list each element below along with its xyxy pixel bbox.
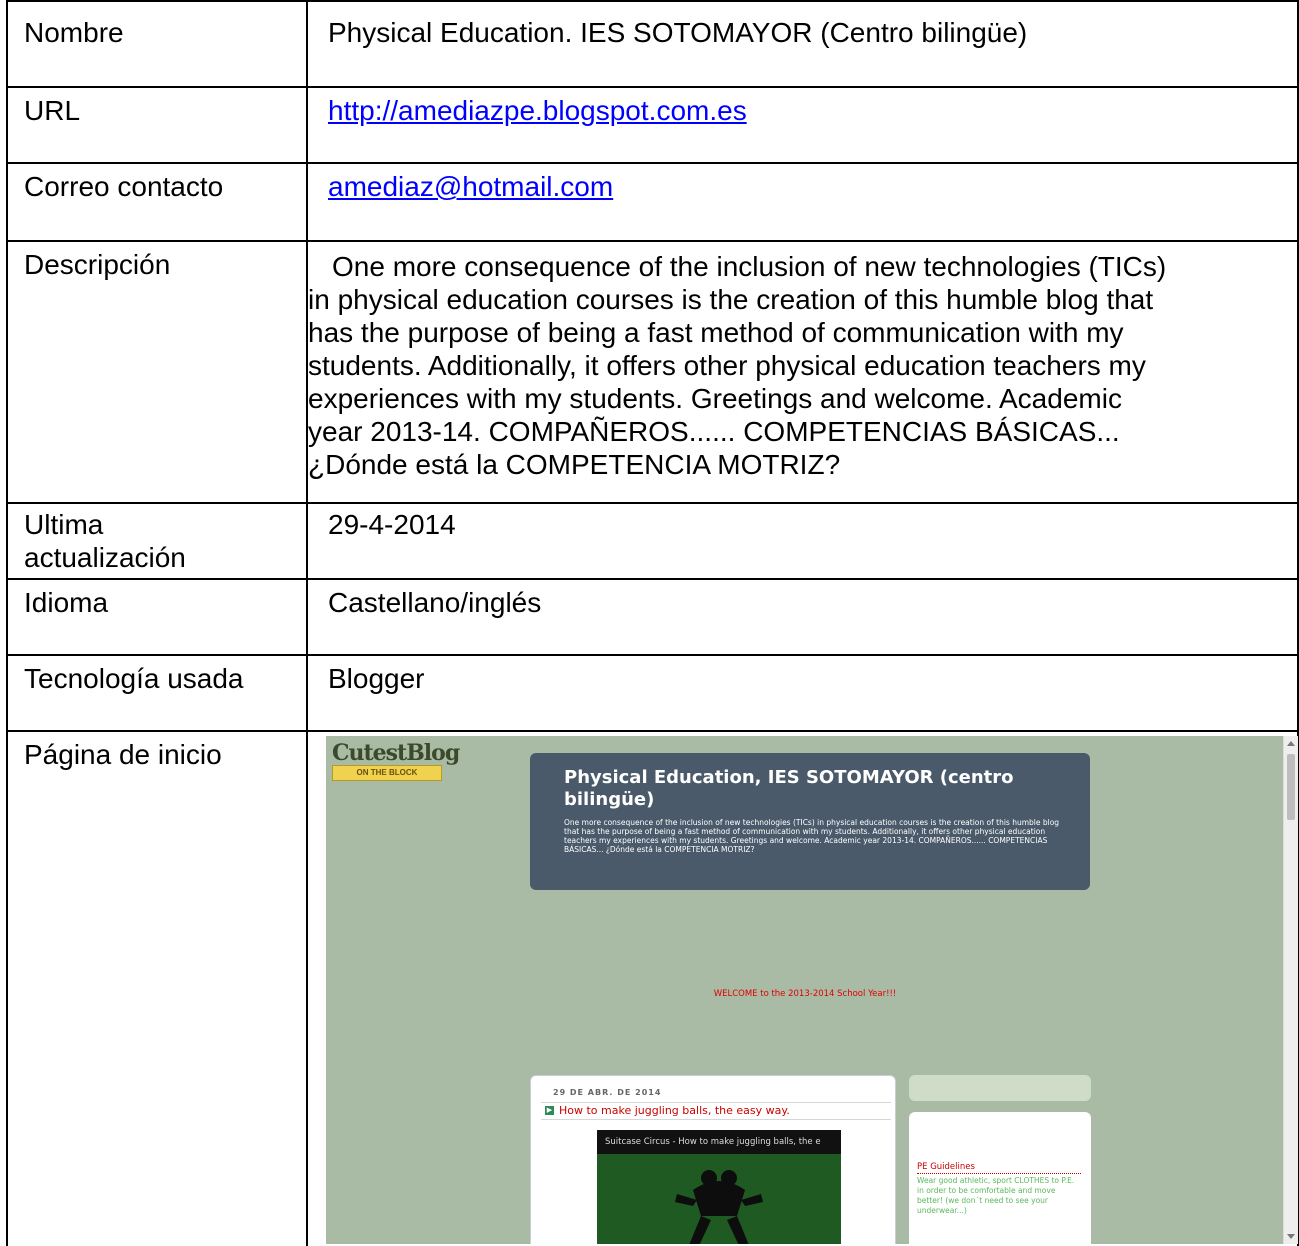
scrollbar[interactable]: [1283, 736, 1298, 1244]
logo-text: CutestBlog: [332, 740, 460, 766]
table-column-divider: [306, 0, 308, 1246]
email-link[interactable]: amediaz@hotmail.com: [328, 171, 613, 202]
scroll-down-icon[interactable]: [1287, 1234, 1295, 1239]
video-title: Suitcase Circus - How to make juggling b…: [597, 1130, 841, 1154]
video-embed[interactable]: Suitcase Circus - How to make juggling b…: [597, 1130, 841, 1244]
sidebar-text: Wear good athletic, sport CLOTHES to P.E…: [917, 1176, 1075, 1215]
table-row-border: [6, 86, 1299, 88]
ultima-value: 29-4-2014: [328, 509, 456, 540]
tecnologia-value: Blogger: [328, 663, 425, 694]
blog-title-line: Physical Education, IES SOTOMAYOR (centr…: [564, 767, 1014, 788]
blog-screenshot: CutestBlog ON THE BLOCK Physical Educati…: [326, 736, 1298, 1244]
url-cell: http://amediazpe.blogspot.com.es: [328, 94, 1288, 127]
table-row-border: [6, 502, 1299, 504]
idioma-value: Castellano/inglés: [328, 587, 542, 618]
table-row-border: [6, 240, 1299, 242]
post-date: 29 DE ABR. DE 2014: [553, 1088, 662, 1097]
descripcion-line: experiences with my students. Greetings …: [308, 383, 1122, 414]
post-card: 29 DE ABR. DE 2014 ▶ How to make jugglin…: [530, 1075, 896, 1244]
post-title-link[interactable]: How to make juggling balls, the easy way…: [559, 1104, 790, 1117]
sidebar-card: PE Guidelines Wear good athletic, sport …: [909, 1112, 1091, 1244]
scroll-up-icon[interactable]: [1287, 741, 1295, 746]
blog-header: Physical Education, IES SOTOMAYOR (centr…: [530, 753, 1090, 890]
sidebar-title: PE Guidelines: [917, 1162, 1081, 1174]
ultima-label-line: actualización: [24, 542, 186, 573]
arrow-right-icon: ▶: [545, 1106, 554, 1115]
welcome-message: WELCOME to the 2013-2014 School Year!!!: [713, 989, 897, 999]
nombre-value: Physical Education. IES SOTOMAYOR (Centr…: [328, 17, 1028, 48]
descripcion-label: Descripción: [24, 249, 171, 280]
correo-cell: amediaz@hotmail.com: [328, 170, 1288, 203]
logo-ribbon: ON THE BLOCK: [332, 765, 442, 781]
descripcion-line: has the purpose of being a fast method o…: [308, 317, 1124, 348]
table-row-border: [6, 730, 1299, 732]
table-row-border: [6, 578, 1299, 580]
table-row-border: [6, 654, 1299, 656]
url-label: URL: [24, 95, 81, 126]
ultima-label-line: Ultima: [24, 509, 104, 540]
nombre-label: Nombre: [24, 17, 124, 48]
descripcion-line: students. Additionally, it offers other …: [308, 350, 1146, 381]
blog-logo: CutestBlog ON THE BLOCK: [332, 740, 460, 785]
descripcion-line: year 2013-14. COMPAÑEROS...... COMPETENC…: [308, 416, 1120, 447]
post-title-bar: ▶ How to make juggling balls, the easy w…: [541, 1102, 891, 1120]
descripcion-line: in physical education courses is the cre…: [308, 284, 1154, 315]
blog-description: One more consequence of the inclusion of…: [564, 818, 1060, 854]
correo-label: Correo contacto: [24, 171, 224, 202]
descripcion-text: One more consequence of the inclusion of…: [308, 250, 1286, 481]
url-link[interactable]: http://amediazpe.blogspot.com.es: [328, 95, 747, 126]
ultima-label: Ultima actualización: [24, 508, 294, 574]
blog-title[interactable]: Physical Education, IES SOTOMAYOR (centr…: [564, 767, 1064, 811]
sidebar-top-panel: [909, 1075, 1091, 1101]
tecnologia-label: Tecnología usada: [24, 663, 244, 694]
table-row-border: [6, 162, 1299, 164]
pagina-label: Página de inicio: [24, 739, 222, 770]
video-thumbnail: [597, 1154, 841, 1244]
blog-title-line: bilingüe): [564, 789, 655, 810]
descripcion-line: One more consequence of the inclusion of…: [332, 251, 1167, 282]
table-row-border: [6, 0, 1299, 2]
idioma-label: Idioma: [24, 587, 109, 618]
descripcion-line: ¿Dónde está la COMPETENCIA MOTRIZ?: [308, 449, 841, 480]
scroll-thumb[interactable]: [1287, 754, 1295, 820]
table-border-left: [6, 0, 8, 1246]
